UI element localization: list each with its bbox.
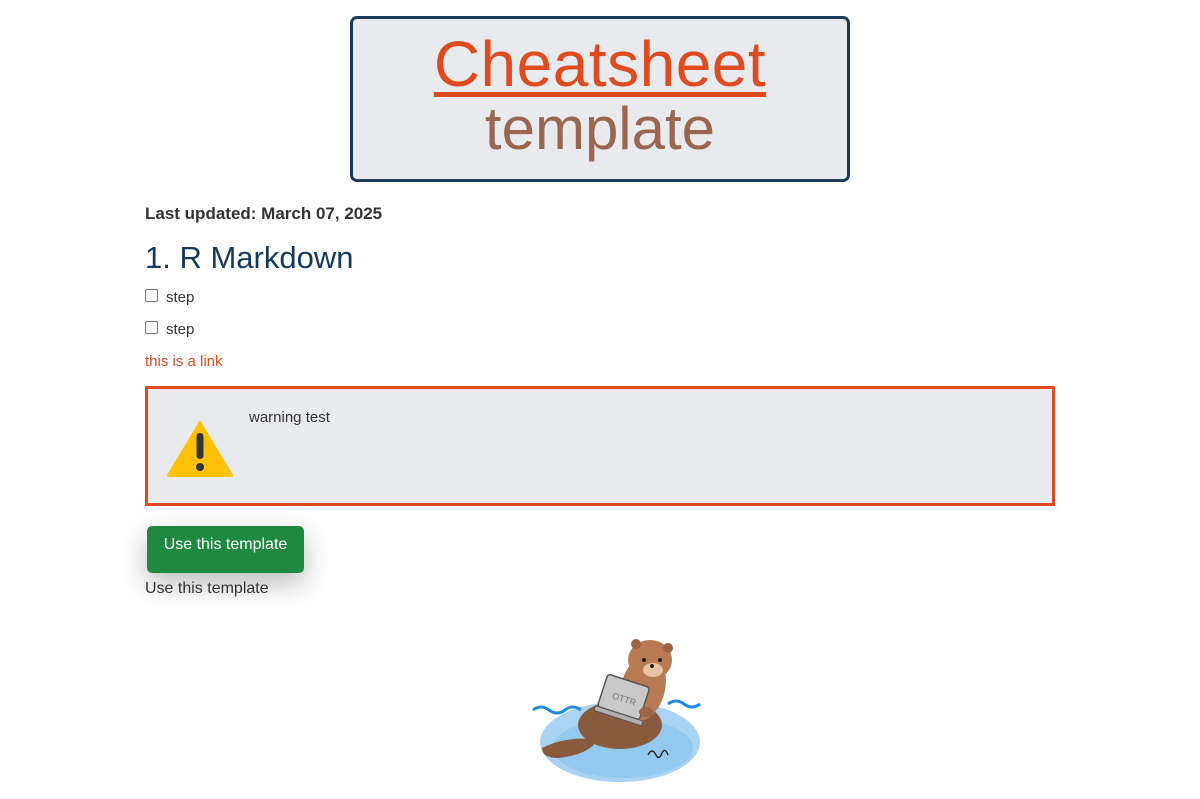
title-banner: Cheatsheet template — [350, 16, 850, 182]
otter-illustration: OTTR — [532, 639, 701, 782]
checkbox[interactable] — [145, 289, 158, 302]
example-link[interactable]: this is a link — [145, 353, 223, 370]
step-label: step — [166, 321, 195, 338]
page: Cheatsheet template Last updated: March … — [0, 0, 1200, 799]
section-heading: 1. R Markdown — [145, 240, 354, 275]
step-checkbox-2[interactable]: step — [145, 321, 194, 338]
use-template-caption: Use this template — [145, 580, 269, 597]
step-label: step — [166, 289, 195, 306]
checkbox[interactable] — [145, 321, 158, 334]
title-link[interactable]: Cheatsheet — [434, 29, 766, 99]
warning-text: warning test — [249, 409, 330, 426]
last-updated: Last updated: March 07, 2025 — [145, 204, 383, 223]
use-template-button[interactable]: Use this template — [147, 526, 304, 573]
step-checkbox-1[interactable]: step — [145, 289, 194, 306]
title-subtitle: template — [484, 95, 716, 162]
warning-callout: warning test — [145, 386, 1055, 506]
warning-triangle-icon — [166, 420, 234, 477]
